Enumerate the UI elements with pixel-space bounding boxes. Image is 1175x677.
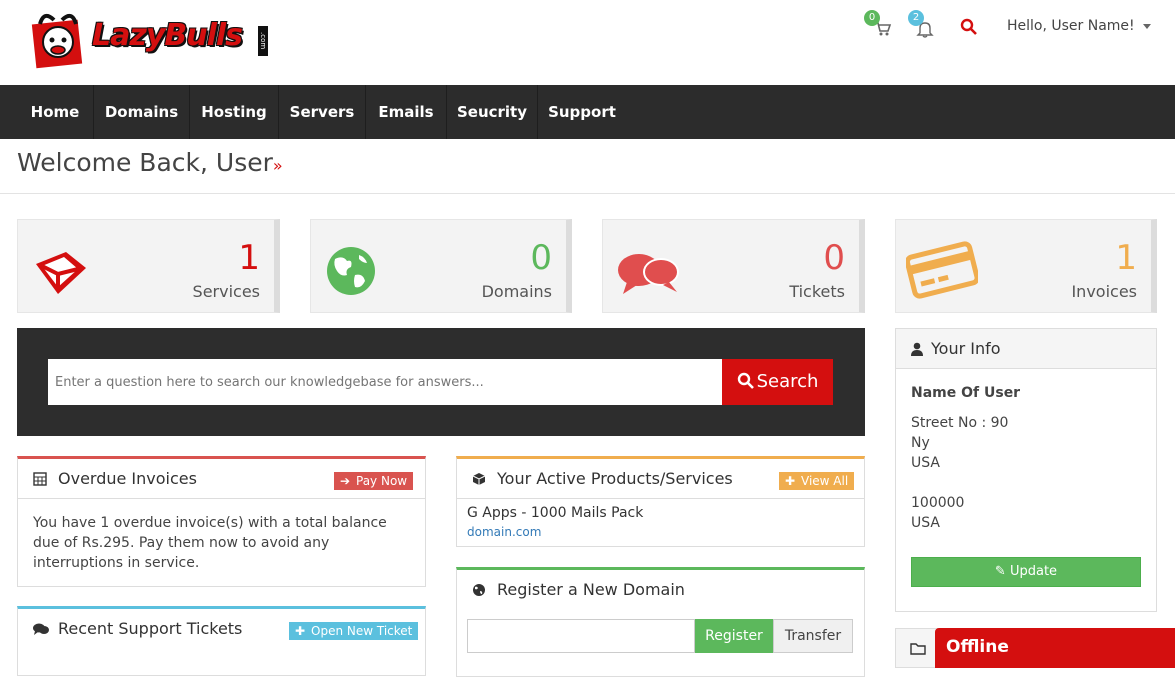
product-name: G Apps - 1000 Mails Pack <box>467 505 644 521</box>
your-info-title: Your Info <box>931 339 1001 358</box>
cart-button[interactable]: 0 <box>864 10 894 40</box>
user-address: Name Of User Street No : 90 Ny USA 10000… <box>896 369 1156 547</box>
invoices-count: 1 <box>1115 238 1137 278</box>
notification-count-badge: 2 <box>908 10 924 26</box>
user-country-2: USA <box>911 515 940 531</box>
user-city: Ny <box>911 435 930 451</box>
user-menu[interactable]: Hello, User Name! <box>1007 18 1151 34</box>
services-count: 1 <box>238 238 260 278</box>
nav-home[interactable]: Home <box>17 85 94 139</box>
stat-invoices[interactable]: 1 Invoices <box>895 219 1157 313</box>
user-icon <box>911 342 923 356</box>
chat-icon <box>618 254 679 294</box>
cart-count-badge: 0 <box>864 10 880 26</box>
plus-icon: ✚ <box>295 624 306 638</box>
user-street: Street No : 90 <box>911 415 1009 431</box>
support-tickets-header: Recent Support Tickets ✚ Open New Ticket <box>18 609 425 649</box>
register-button[interactable]: Register <box>695 619 773 653</box>
tickets-count: 0 <box>823 238 845 278</box>
main-nav: Home Domains Hosting Servers Emails Seuc… <box>0 85 1175 139</box>
register-domain-header: Register a New Domain <box>457 570 864 610</box>
user-name: Name Of User <box>911 385 1021 401</box>
active-products-panel: Your Active Products/Services ✚ View All … <box>456 456 865 547</box>
user-zip: 100000 <box>911 495 965 511</box>
user-greeting: Hello, User Name! <box>1007 18 1135 34</box>
credit-card-icon <box>906 241 978 299</box>
active-products-header: Your Active Products/Services ✚ View All <box>457 459 864 499</box>
overdue-invoices-header: Overdue Invoices ➔ Pay Now <box>18 459 425 499</box>
search-icon <box>737 372 754 389</box>
title-divider <box>0 193 1175 194</box>
box-icon <box>36 252 86 294</box>
open-new-ticket-button[interactable]: ✚ Open New Ticket <box>289 622 419 640</box>
overdue-invoices-panel: Overdue Invoices ➔ Pay Now You have 1 ove… <box>17 456 426 587</box>
nav-servers[interactable]: Servers <box>279 85 366 139</box>
transfer-button[interactable]: Transfer <box>773 619 853 653</box>
register-domain-title: Register a New Domain <box>497 580 685 599</box>
page-title-text: Welcome Back, User <box>17 148 273 177</box>
nav-hosting[interactable]: Hosting <box>190 85 279 139</box>
arrow-right-icon: ➔ <box>340 474 351 488</box>
overdue-invoices-title: Overdue Invoices <box>58 469 197 488</box>
domains-label: Domains <box>481 282 552 301</box>
cube-icon <box>472 473 486 485</box>
notifications-button[interactable]: 2 <box>908 10 938 40</box>
live-chat-status[interactable]: Offline <box>935 628 1175 668</box>
nav-domains[interactable]: Domains <box>94 85 190 139</box>
calculator-icon <box>33 472 47 486</box>
product-list-item[interactable]: G Apps - 1000 Mails Pack domain.com <box>457 499 864 545</box>
view-all-button[interactable]: ✚ View All <box>779 472 855 490</box>
pay-now-label: Pay Now <box>356 474 408 488</box>
stat-services[interactable]: 1 Services <box>17 219 280 313</box>
open-new-ticket-label: Open New Ticket <box>311 624 413 638</box>
stat-domains[interactable]: 0 Domains <box>310 219 572 313</box>
update-label: Update <box>1009 564 1058 579</box>
services-label: Services <box>192 282 260 301</box>
user-country: USA <box>911 455 940 471</box>
nav-security[interactable]: Seucrity <box>447 85 538 139</box>
title-arrow: » <box>272 156 283 175</box>
product-domain-link[interactable]: domain.com <box>467 525 854 539</box>
nav-emails[interactable]: Emails <box>366 85 447 139</box>
knowledgebase-search-input[interactable] <box>48 359 723 405</box>
header: LazyBulls .com 0 2 Hello, User Name! <box>0 0 1175 85</box>
your-info-header: Your Info <box>896 329 1156 369</box>
knowledgebase-search-button[interactable]: Search <box>722 359 833 405</box>
active-products-title: Your Active Products/Services <box>497 469 733 488</box>
your-info-panel: Your Info Name Of User Street No : 90 Ny… <box>895 328 1157 612</box>
plus-icon: ✚ <box>785 474 796 488</box>
brand-logo[interactable]: LazyBulls .com <box>30 8 270 70</box>
tickets-label: Tickets <box>789 282 845 301</box>
pay-now-button[interactable]: ➔ Pay Now <box>334 472 414 490</box>
invoices-label: Invoices <box>1071 282 1137 301</box>
domain-search-input[interactable] <box>467 619 695 653</box>
brand-name: LazyBulls <box>92 18 243 53</box>
support-tickets-title: Recent Support Tickets <box>58 619 243 638</box>
stat-tickets[interactable]: 0 Tickets <box>602 219 865 313</box>
search-button-label: Search <box>756 371 819 392</box>
view-all-label: View All <box>801 474 849 488</box>
comments-icon <box>33 623 49 635</box>
globe-icon <box>473 584 485 596</box>
search-icon <box>960 18 977 35</box>
header-search-button[interactable] <box>960 16 984 40</box>
knowledgebase-search: Search <box>17 328 865 436</box>
overdue-invoices-message: You have 1 overdue invoice(s) with a tot… <box>33 515 387 571</box>
folder-icon <box>910 643 926 655</box>
globe-icon <box>327 247 375 295</box>
bull-logo-icon <box>31 13 83 69</box>
support-tickets-panel: Recent Support Tickets ✚ Open New Ticket <box>17 606 426 676</box>
register-domain-panel: Register a New Domain Register Transfer <box>456 567 865 677</box>
pencil-icon: ✎ <box>994 564 1006 579</box>
update-info-button[interactable]: ✎ Update <box>911 557 1141 587</box>
brand-com: .com <box>258 26 268 56</box>
page-title: Welcome Back, User» <box>17 148 283 177</box>
chevron-down-icon <box>1142 23 1151 29</box>
domains-count: 0 <box>530 238 552 278</box>
nav-support[interactable]: Support <box>538 85 626 139</box>
